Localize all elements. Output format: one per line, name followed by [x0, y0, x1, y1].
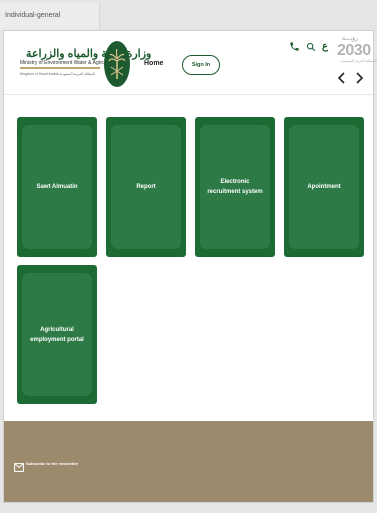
site-footer: Subscribe to the newsletter — [4, 421, 373, 502]
palm-emblem-icon — [104, 41, 130, 87]
vision-subline: المملكة العربية السعودية — [341, 59, 377, 63]
vision-number: 2030 — [337, 42, 371, 59]
service-card-appointment[interactable]: Apointment — [284, 117, 364, 257]
logo-divider — [20, 67, 100, 69]
search-icon[interactable] — [306, 42, 316, 55]
browser-tab-strip: Individual-general — [0, 0, 377, 30]
nav-home-link[interactable]: Home — [144, 60, 163, 67]
service-card-agricultural-employment[interactable]: Agricultural employment portal — [17, 265, 97, 404]
card-label: Electronic recruitment system — [207, 179, 263, 195]
service-card-electronic-recruitment[interactable]: Electronic recruitment system — [195, 117, 275, 257]
chevron-left-icon[interactable] — [337, 71, 347, 88]
card-label: Report — [136, 184, 156, 190]
newsletter-link[interactable]: Subscribe to the newsletter — [26, 461, 78, 466]
mail-icon[interactable] — [14, 459, 24, 477]
card-label: Agricultural employment portal — [30, 326, 84, 343]
logo-english-text: Ministry of Environment Water & Agricult… — [20, 60, 117, 66]
card-label: Apointment — [307, 184, 341, 190]
vision-2030-logo: رؤيـــة 2030 المملكة العربية السعودية — [337, 35, 377, 67]
logo-arabic-text: وزارة البيئة والمياه والزراعة — [26, 48, 152, 60]
vision-label: رؤيـــة — [342, 36, 358, 42]
service-card-report[interactable]: Report — [106, 117, 186, 257]
chevron-right-icon[interactable] — [354, 71, 364, 88]
logo-subline: Kingdom of Saudi Arabia المملكة العربية … — [20, 72, 96, 76]
service-card-sawt-almuatin[interactable]: Sawt Almuatin — [17, 117, 97, 257]
card-label: Sawt Almuatin — [36, 184, 78, 190]
language-toggle[interactable]: ع — [322, 42, 328, 52]
browser-tab[interactable]: Individual-general — [0, 3, 100, 30]
site-header: وزارة البيئة والمياه والزراعة Ministry o… — [4, 31, 377, 95]
page-frame: وزارة البيئة والمياه والزراعة Ministry o… — [3, 30, 377, 503]
phone-icon[interactable] — [289, 41, 300, 55]
sign-in-button[interactable]: Sign In — [182, 55, 220, 75]
